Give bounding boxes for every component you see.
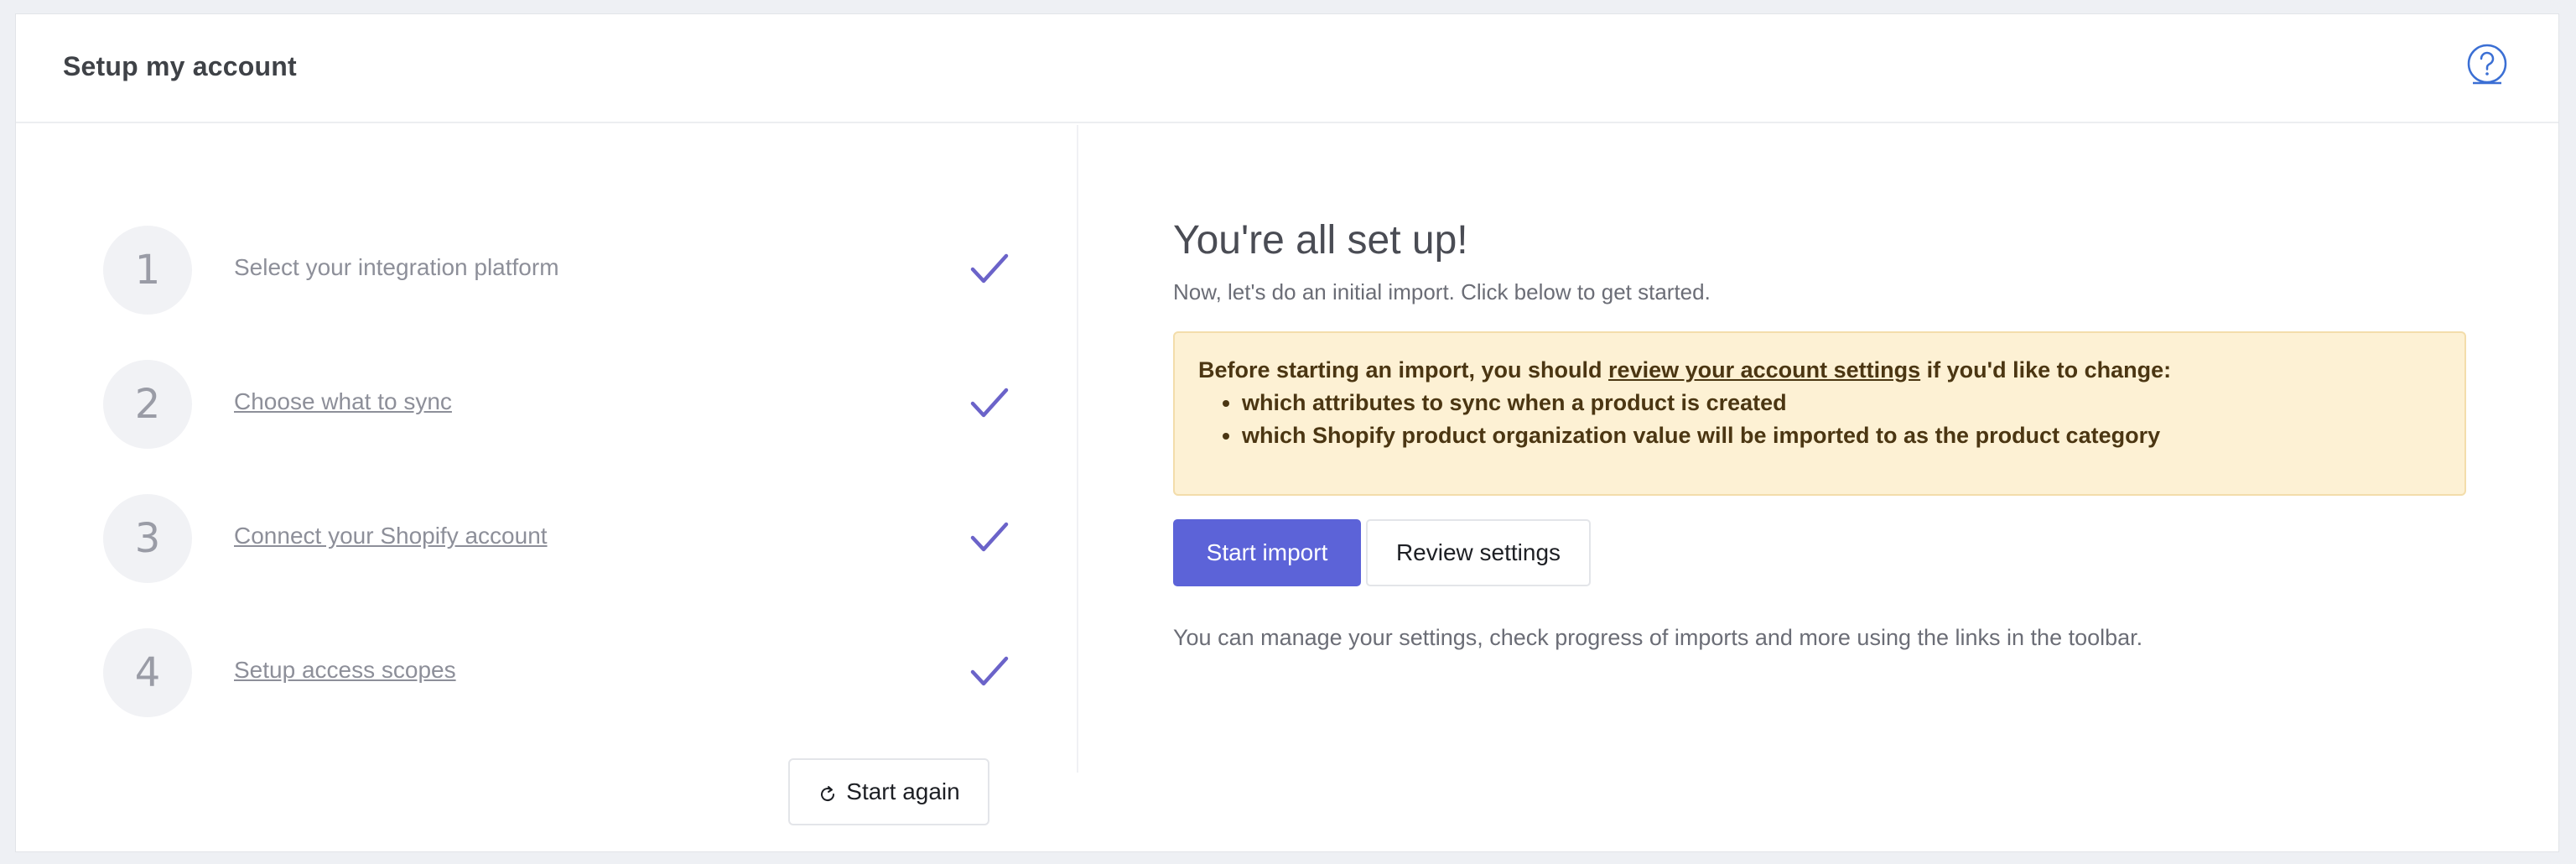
step-link-connect-shopify[interactable]: Connect your Shopify account	[234, 523, 548, 549]
start-again-button[interactable]: Start again	[788, 758, 989, 825]
column-divider	[1077, 125, 1078, 773]
step-number: 2	[103, 360, 192, 449]
success-subtitle: Now, let's do an initial import. Click b…	[1173, 279, 1711, 304]
step-3: 3 Connect your Shopify account	[103, 494, 1009, 583]
step-1: 1 Select your integration platform	[103, 226, 1009, 315]
step-4: 4 Setup access scopes	[103, 628, 1009, 717]
list-item: which attributes to sync when a product …	[1242, 387, 2441, 419]
card-header: Setup my account	[16, 14, 2558, 123]
check-icon	[970, 251, 1009, 288]
step-2: 2 Choose what to sync	[103, 360, 1009, 449]
step-number: 4	[103, 628, 192, 717]
step-link-setup-access-scopes[interactable]: Setup access scopes	[234, 657, 456, 684]
step-number: 3	[103, 494, 192, 583]
settings-notice: Before starting an import, you should re…	[1173, 331, 2466, 496]
check-icon	[970, 519, 1009, 556]
notice-intro: Before starting an import, you should re…	[1198, 353, 2441, 387]
question-circle-icon[interactable]	[2466, 43, 2508, 85]
notice-intro-text: Before starting an import, you should	[1198, 357, 1609, 383]
toolbar-hint: You can manage your settings, check prog…	[1173, 625, 2143, 650]
start-again-label: Start again	[846, 778, 960, 804]
notice-list: which attributes to sync when a product …	[1198, 387, 2441, 452]
step-number: 1	[103, 226, 192, 315]
notice-intro-text-end: if you'd like to change:	[1920, 357, 2172, 383]
refresh-icon	[818, 783, 838, 804]
success-heading: You're all set up!	[1173, 218, 1468, 263]
page-title: Setup my account	[63, 51, 297, 81]
list-item: which Shopify product organization value…	[1242, 419, 2441, 452]
step-link-choose-what-to-sync[interactable]: Choose what to sync	[234, 388, 452, 415]
review-account-settings-link[interactable]: review your account settings	[1608, 357, 1920, 383]
step-label-select-platform: Select your integration platform	[234, 254, 559, 280]
review-settings-button[interactable]: Review settings	[1366, 519, 1591, 586]
setup-card: Setup my account 1 Select your integrati…	[15, 13, 2559, 852]
check-icon	[970, 653, 1009, 690]
start-import-button[interactable]: Start import	[1173, 519, 1361, 586]
check-icon	[970, 385, 1009, 422]
